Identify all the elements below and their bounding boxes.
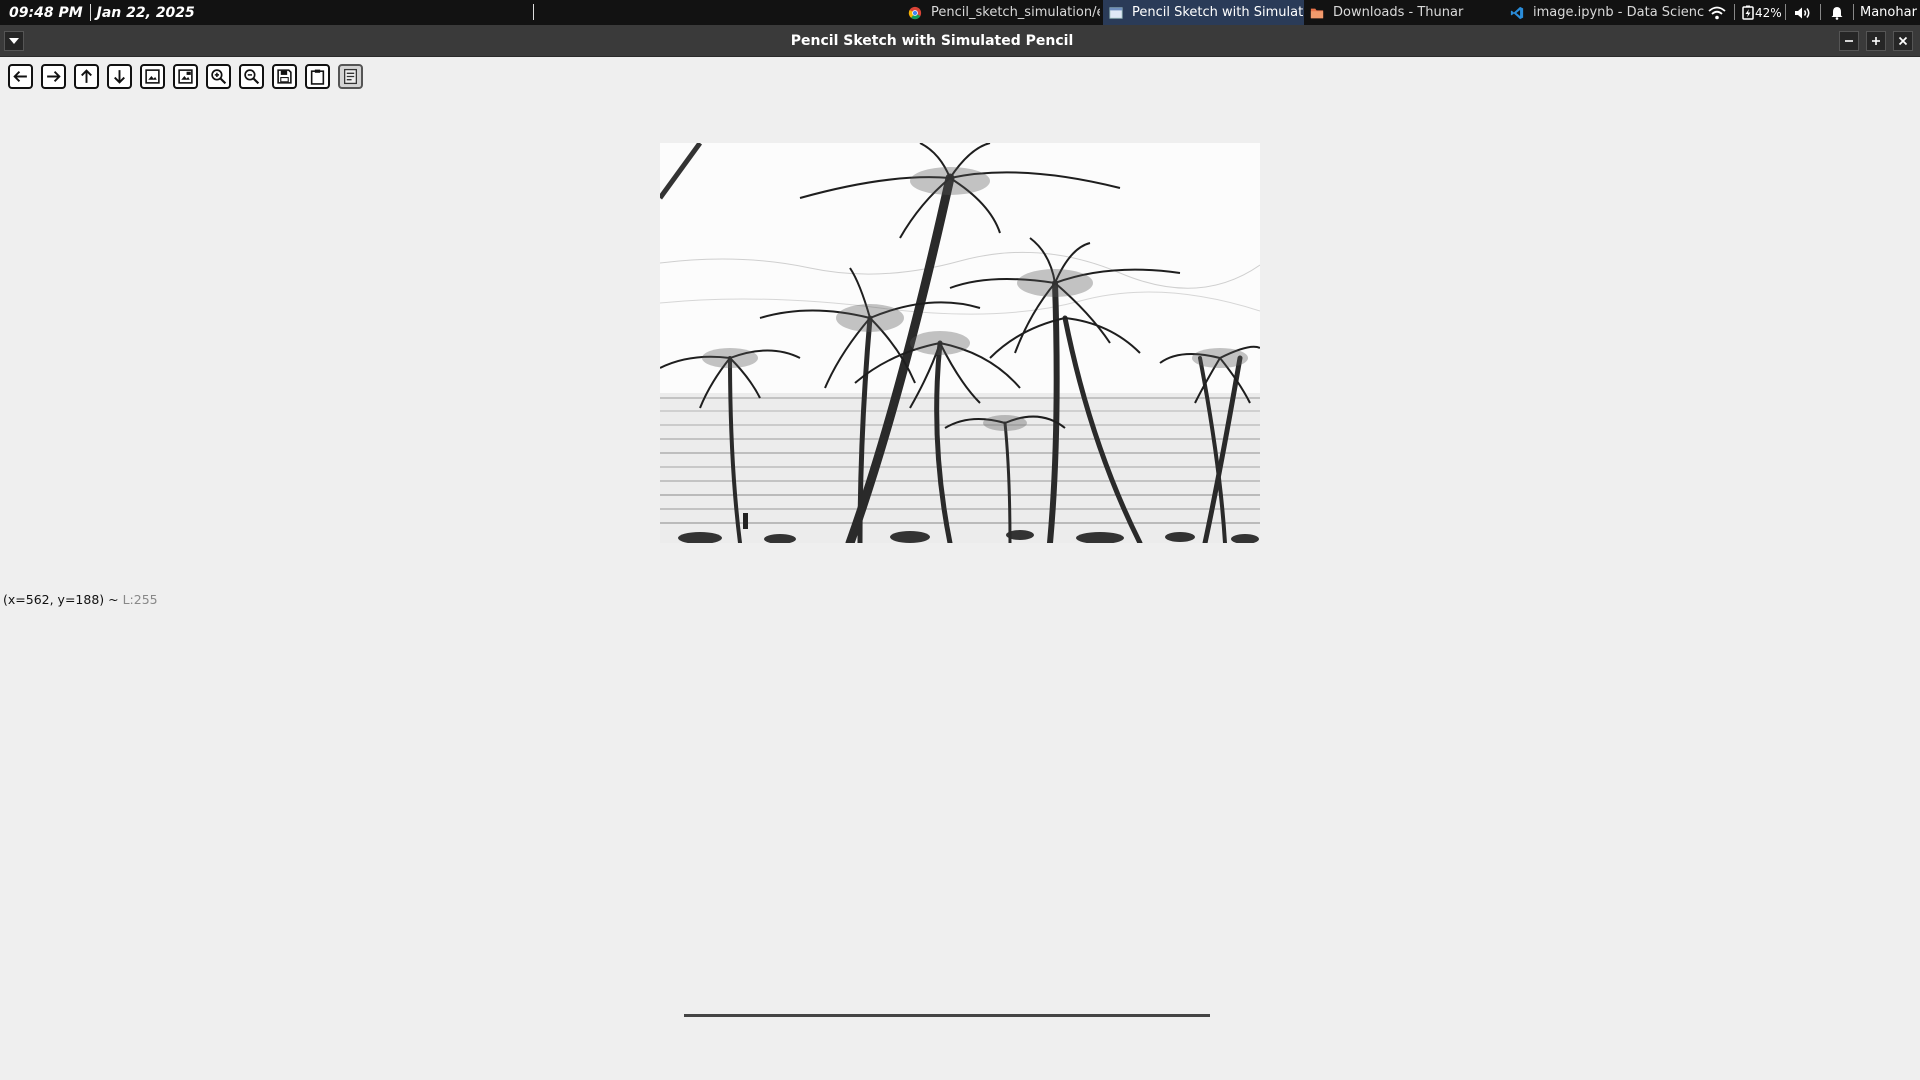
arrow-left-icon xyxy=(13,71,27,82)
task-pencil-sketch[interactable]: Pencil Sketch with Simulated... xyxy=(1103,0,1304,25)
save-image-button[interactable] xyxy=(272,64,297,89)
zoom-out-button[interactable] xyxy=(239,64,264,89)
task-chrome[interactable]: Pencil_sketch_simulation/ex... xyxy=(902,0,1100,25)
window-titlebar[interactable]: Pencil Sketch with Simulated Pencil xyxy=(0,25,1920,57)
pan-left-button[interactable] xyxy=(8,64,33,89)
maximize-button[interactable] xyxy=(1866,31,1886,51)
zoom-out-rect-button[interactable] xyxy=(173,64,198,89)
task-thunar[interactable]: Downloads - Thunar xyxy=(1304,0,1504,25)
tray-separator xyxy=(1820,4,1821,20)
volume-icon xyxy=(1795,7,1810,18)
window-icon xyxy=(1109,6,1123,19)
arrow-up-icon xyxy=(81,69,92,83)
toolbar xyxy=(8,64,371,90)
zoom-in-button[interactable] xyxy=(206,64,231,89)
task-label: Pencil Sketch with Simulated... xyxy=(1132,5,1304,20)
divider-line xyxy=(684,1014,1210,1017)
chrome-icon xyxy=(908,6,922,19)
tray-separator xyxy=(1734,4,1735,20)
zoom-out-icon xyxy=(244,69,260,85)
clipboard-icon xyxy=(310,69,325,85)
arrow-right-icon xyxy=(47,71,61,82)
vscode-icon xyxy=(1510,6,1524,19)
tray-separator xyxy=(1853,4,1854,20)
bell-icon xyxy=(1831,6,1843,20)
cursor-coordinates: (x=562, y=188) ~ xyxy=(3,592,119,607)
folder-icon xyxy=(1310,8,1324,18)
battery-percent: 42% xyxy=(1755,5,1782,20)
user-name: Manohar xyxy=(1860,5,1917,20)
task-label: Pencil_sketch_simulation/ex... xyxy=(931,5,1100,20)
arrow-down-icon xyxy=(114,70,125,84)
properties-icon xyxy=(344,68,357,85)
minimize-icon xyxy=(1845,40,1853,42)
battery-indicator[interactable]: 42% xyxy=(1741,0,1782,25)
cursor-status: (x=562, y=188) ~ L:255 xyxy=(3,592,158,607)
wifi-icon xyxy=(1708,6,1726,19)
panel-divider xyxy=(533,4,534,20)
sketch-image[interactable] xyxy=(660,143,1260,543)
properties-button[interactable] xyxy=(338,64,363,89)
zoom-in-icon xyxy=(211,69,227,85)
clock-time: 09:48 PM xyxy=(9,4,83,21)
notifications-indicator[interactable] xyxy=(1830,0,1844,25)
top-panel: 09:48 PM Jan 22, 2025 Pencil_sketch_simu… xyxy=(0,0,1920,25)
pixel-value: L:255 xyxy=(122,592,158,607)
pan-up-button[interactable] xyxy=(74,64,99,89)
copy-clipboard-button[interactable] xyxy=(305,64,330,89)
task-label: image.ipynb - Data Science -... xyxy=(1533,5,1704,20)
clock-separator xyxy=(89,4,91,21)
volume-indicator[interactable] xyxy=(1794,0,1812,25)
pan-down-button[interactable] xyxy=(107,64,132,89)
close-icon xyxy=(1898,36,1908,46)
save-icon xyxy=(277,69,292,84)
wifi-indicator[interactable] xyxy=(1708,0,1726,25)
task-label: Downloads - Thunar xyxy=(1333,5,1464,20)
window-title: Pencil Sketch with Simulated Pencil xyxy=(790,33,1074,49)
clock[interactable]: 09:48 PM Jan 22, 2025 xyxy=(0,0,195,25)
plus-icon xyxy=(1872,37,1880,45)
user-menu[interactable]: Manohar xyxy=(1860,0,1917,25)
palm-beach-sketch xyxy=(660,143,1260,543)
tray-separator xyxy=(1785,4,1786,20)
close-button[interactable] xyxy=(1893,31,1913,51)
minimize-button[interactable] xyxy=(1839,31,1859,51)
zoom-in-rect-button[interactable] xyxy=(140,64,165,89)
clock-date: Jan 22, 2025 xyxy=(96,4,195,21)
task-vscode[interactable]: image.ipynb - Data Science -... xyxy=(1504,0,1704,25)
zoom-out-rect-icon xyxy=(178,69,193,84)
pan-right-button[interactable] xyxy=(41,64,66,89)
battery-charging-icon xyxy=(1742,5,1754,20)
zoom-rect-icon xyxy=(145,69,160,84)
